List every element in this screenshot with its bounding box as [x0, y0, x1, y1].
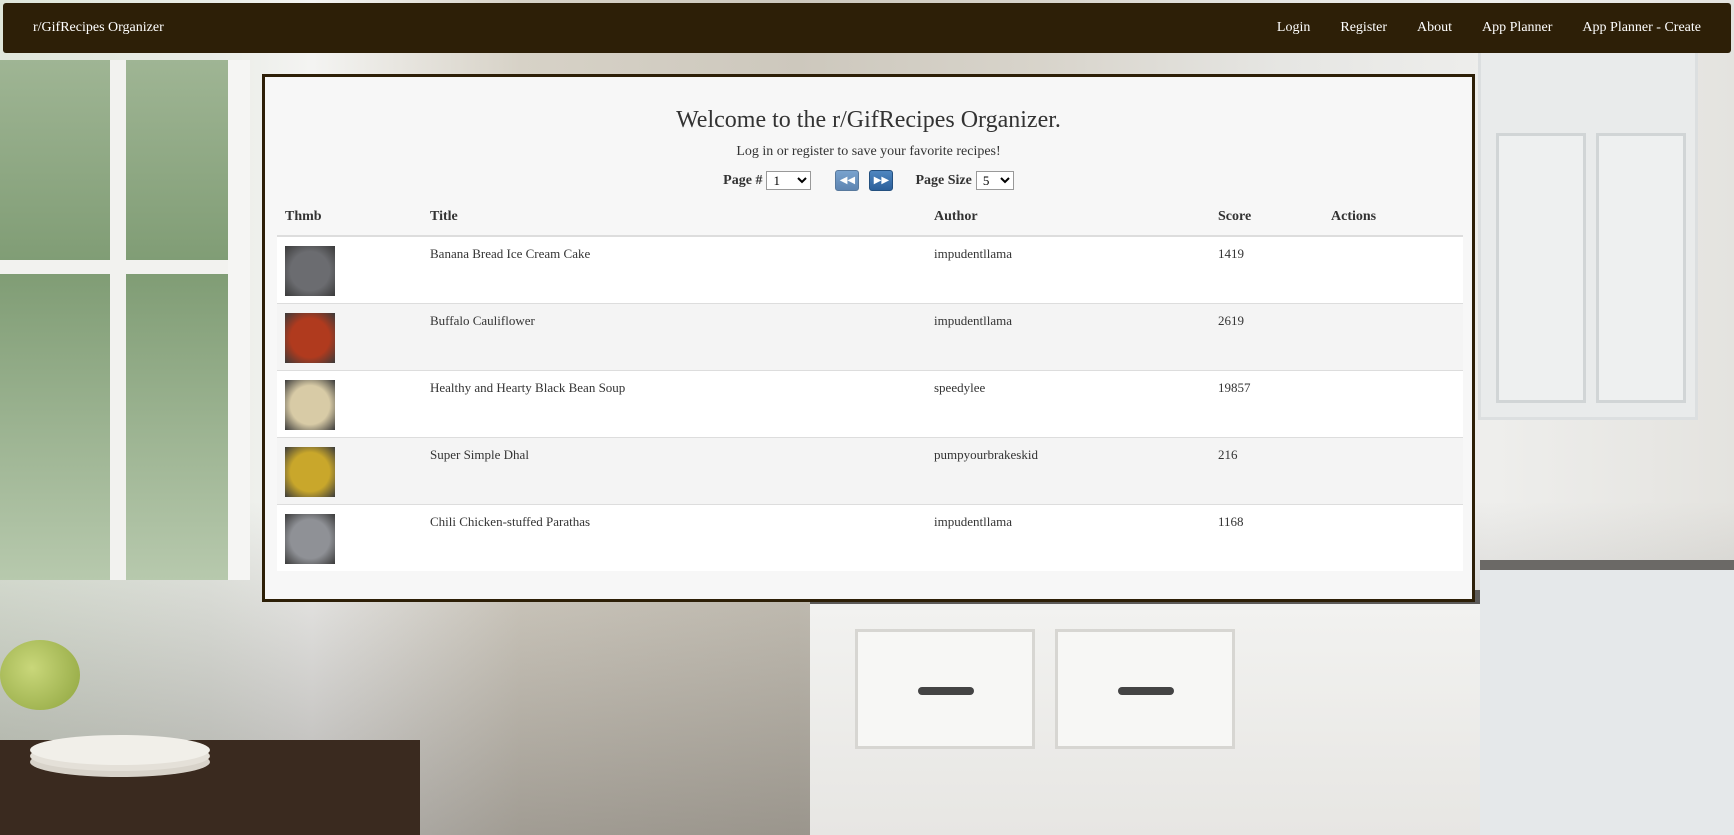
first-page-button[interactable]: ◀◀ — [835, 170, 860, 191]
background-cabinet — [1478, 50, 1698, 420]
pager: Page # 1 ◀◀ ▶▶ Page Size 5 — [265, 170, 1472, 191]
main-panel: Welcome to the r/GifRecipes Organizer. L… — [262, 74, 1475, 602]
nav-links: Login Register About App Planner App Pla… — [1277, 20, 1701, 36]
cabinet-door — [1496, 133, 1586, 403]
table-header-row: Thmb Title Author Score Actions — [277, 203, 1463, 237]
recipe-thumbnail[interactable] — [285, 312, 335, 363]
header-author: Author — [926, 203, 1210, 237]
page-title: Welcome to the r/GifRecipes Organizer. — [676, 107, 1061, 133]
drawer-handle — [918, 687, 974, 695]
author-cell: pumpyourbrakeskid — [926, 436, 1210, 504]
page-size-label: Page Size — [915, 172, 972, 188]
page-number-select[interactable]: 1 — [766, 171, 812, 190]
window-rail — [0, 260, 228, 274]
actions-cell — [1323, 436, 1463, 504]
table-row: Chili Chicken-stuffed Parathas impudentl… — [277, 503, 1463, 571]
background-apples — [0, 640, 80, 710]
nav-app-planner-link[interactable]: App Planner — [1482, 20, 1552, 36]
last-page-button[interactable]: ▶▶ — [869, 170, 894, 191]
fast-backward-icon: ◀◀ — [839, 175, 856, 186]
actions-cell — [1323, 235, 1463, 303]
title-cell: Chili Chicken-stuffed Parathas — [422, 503, 926, 571]
header-title: Title — [422, 203, 926, 237]
recipe-thumbnail[interactable] — [285, 246, 335, 296]
top-navbar: r/GifRecipes Organizer Login Register Ab… — [3, 3, 1731, 53]
thumb-cell — [277, 302, 422, 370]
actions-cell — [1323, 503, 1463, 571]
title-cell: Buffalo Cauliflower — [422, 302, 926, 370]
background-window — [0, 60, 250, 580]
thumb-cell — [277, 369, 422, 437]
header-score: Score — [1210, 203, 1323, 237]
header-actions: Actions — [1323, 203, 1463, 237]
author-cell: impudentllama — [926, 503, 1210, 571]
nav-about-link[interactable]: About — [1417, 20, 1452, 36]
actions-cell — [1323, 369, 1463, 437]
thumb-cell — [277, 235, 422, 303]
nav-register-link[interactable]: Register — [1340, 20, 1387, 36]
table-row: Super Simple Dhal pumpyourbrakeskid 216 — [277, 436, 1463, 504]
table-row: Buffalo Cauliflower impudentllama 2619 — [277, 302, 1463, 370]
recipes-table: Thmb Title Author Score Actions Banana B… — [277, 203, 1463, 571]
page-subtitle: Log in or register to save your favorite… — [736, 144, 1001, 159]
author-cell: impudentllama — [926, 302, 1210, 370]
brand-link[interactable]: r/GifRecipes Organizer — [33, 20, 164, 36]
table-row: Healthy and Hearty Black Bean Soup speed… — [277, 369, 1463, 437]
score-cell: 2619 — [1210, 302, 1323, 370]
title-cell: Super Simple Dhal — [422, 436, 926, 504]
score-cell: 1168 — [1210, 503, 1323, 571]
fast-forward-icon: ▶▶ — [873, 175, 890, 186]
score-cell: 19857 — [1210, 369, 1323, 437]
author-cell: speedylee — [926, 369, 1210, 437]
table-row: Banana Bread Ice Cream Cake impudentllam… — [277, 235, 1463, 303]
recipe-thumbnail[interactable] — [285, 513, 335, 564]
title-cell: Healthy and Hearty Black Bean Soup — [422, 369, 926, 437]
recipe-thumbnail[interactable] — [285, 379, 335, 430]
page-number-label: Page # — [723, 172, 763, 188]
island-drawer — [855, 629, 1035, 749]
background-plates — [30, 735, 210, 765]
thumb-cell — [277, 503, 422, 571]
header-thumb: Thmb — [277, 203, 422, 237]
background-lower-cabinet — [1480, 560, 1734, 835]
thumb-cell — [277, 436, 422, 504]
window-mullion — [110, 60, 126, 580]
author-cell: impudentllama — [926, 235, 1210, 303]
page-nav-buttons: ◀◀ ▶▶ — [835, 170, 894, 191]
background-island — [810, 590, 1530, 835]
island-drawer — [1055, 629, 1235, 749]
cabinet-door — [1596, 133, 1686, 403]
actions-cell — [1323, 302, 1463, 370]
page-size-select[interactable]: 5 — [975, 171, 1014, 190]
score-cell: 216 — [1210, 436, 1323, 504]
drawer-handle — [1118, 687, 1174, 695]
recipe-thumbnail[interactable] — [285, 446, 335, 497]
title-cell: Banana Bread Ice Cream Cake — [422, 235, 926, 303]
nav-login-link[interactable]: Login — [1277, 20, 1310, 36]
score-cell: 1419 — [1210, 235, 1323, 303]
nav-app-planner-create-link[interactable]: App Planner - Create — [1582, 20, 1701, 36]
